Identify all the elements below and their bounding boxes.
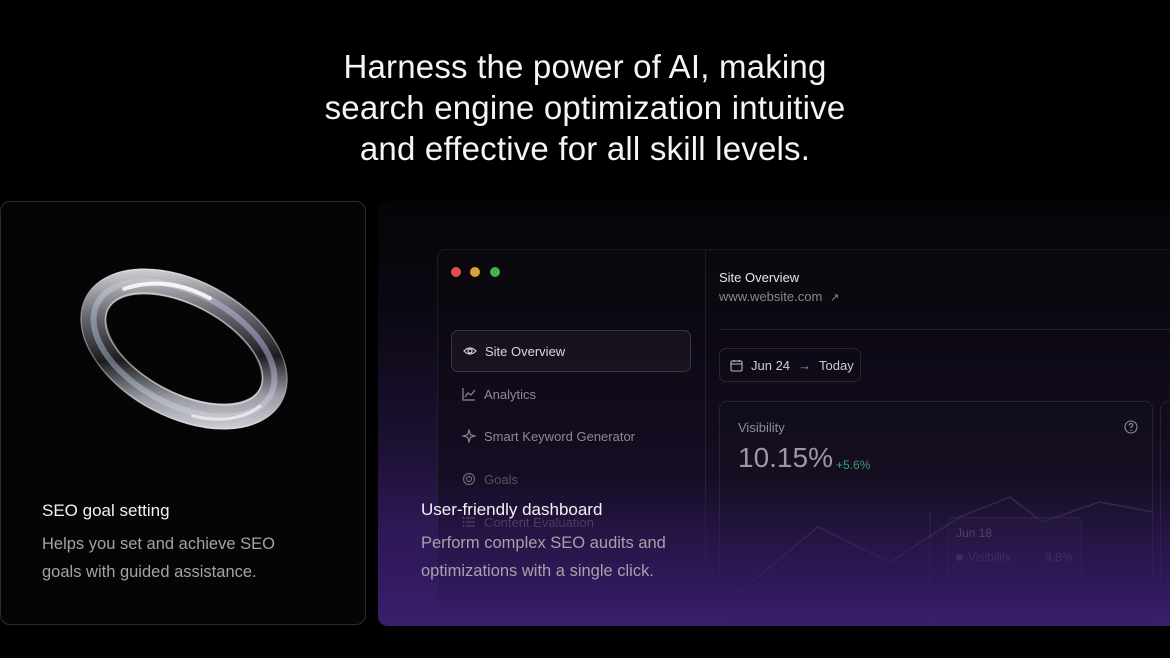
series-swatch	[956, 553, 963, 561]
headline-line-1: Harness the power of AI, making	[343, 48, 827, 85]
card-description-line-1: Perform complex SEO audits and	[421, 534, 666, 552]
visibility-change: +5.6%	[836, 458, 871, 472]
sidebar-item-site-overview[interactable]: Site Overview	[451, 330, 691, 372]
external-link-icon: ↗	[829, 292, 840, 304]
tooltip-series: Visibility	[956, 550, 1011, 564]
date-to: Today	[819, 357, 854, 373]
header-divider	[719, 329, 1170, 330]
page-title: Site Overview	[719, 270, 800, 285]
target-icon	[462, 472, 476, 486]
card-description-line-1: Helps you set and achieve SEO	[42, 535, 275, 553]
card-description: Helps you set and achieve SEO goals with…	[42, 530, 275, 586]
chart-tooltip: Jun 18 Visibility 9.8%	[947, 517, 1082, 579]
calendar-icon	[730, 359, 743, 372]
sidebar-item-label: Goals	[484, 471, 518, 487]
sidebar-divider	[705, 250, 706, 610]
sidebar-item-label: Site Overview	[485, 343, 566, 359]
card-title: SEO goal setting	[42, 501, 170, 520]
window-controls	[451, 264, 505, 282]
headline-line-3: and effective for all skill levels.	[359, 130, 811, 167]
site-url-text: www.website.com	[719, 289, 823, 304]
visibility-trend-line	[739, 496, 1152, 622]
sidebar-item-label: Smart Keyword Generator	[484, 428, 636, 444]
headline-line-2: search engine optimization intuitive	[324, 89, 846, 126]
secondary-metric-card	[1160, 401, 1170, 623]
sidebar-item-smart-keyword-generator[interactable]: Smart Keyword Generator	[451, 415, 691, 457]
maximize-dot-icon	[489, 267, 500, 277]
sidebar-item-label: Analytics	[484, 386, 537, 402]
tooltip-series-label: Visibility	[968, 550, 1012, 564]
sidebar-item-analytics[interactable]: Analytics	[451, 373, 691, 415]
minimize-dot-icon	[470, 267, 481, 277]
help-icon[interactable]	[1124, 420, 1138, 439]
headline: Harness the power of AI, making search e…	[0, 46, 1170, 169]
date-from: Jun 24	[751, 357, 791, 373]
eye-icon	[463, 344, 477, 358]
page: Harness the power of AI, making search e…	[0, 0, 1170, 658]
card-description: Perform complex SEO audits and optimizat…	[421, 529, 666, 585]
card-description-line-2: optimizations with a single click.	[421, 562, 654, 580]
arrow-right-icon: →	[798, 357, 812, 373]
site-url-link[interactable]: www.website.com ↗	[719, 289, 839, 304]
chart-line-icon	[462, 387, 476, 401]
sparkle-icon	[462, 429, 476, 443]
close-dot-icon	[451, 267, 461, 277]
visibility-value: 10.15%	[738, 442, 833, 473]
visibility-card: Visibility 10.15% +5.6% Jun 18 Visibilit…	[719, 401, 1153, 623]
date-range-picker[interactable]: Jun 24 → Today	[719, 348, 861, 382]
tooltip-value: 9.8%	[1045, 550, 1073, 564]
feature-card-dashboard: Site Overview Analytics Smart Keyword Ge…	[378, 201, 1170, 626]
sidebar-item-goals[interactable]: Goals	[451, 458, 691, 500]
card-title: User-friendly dashboard	[421, 500, 603, 519]
tooltip-date: Jun 18	[956, 526, 993, 540]
feature-card-seo-goals: SEO goal setting Helps you set and achie…	[0, 201, 366, 625]
glass-ring-illustration	[73, 264, 295, 434]
visibility-label: Visibility	[738, 420, 785, 435]
card-description-line-2: goals with guided assistance.	[42, 563, 257, 581]
